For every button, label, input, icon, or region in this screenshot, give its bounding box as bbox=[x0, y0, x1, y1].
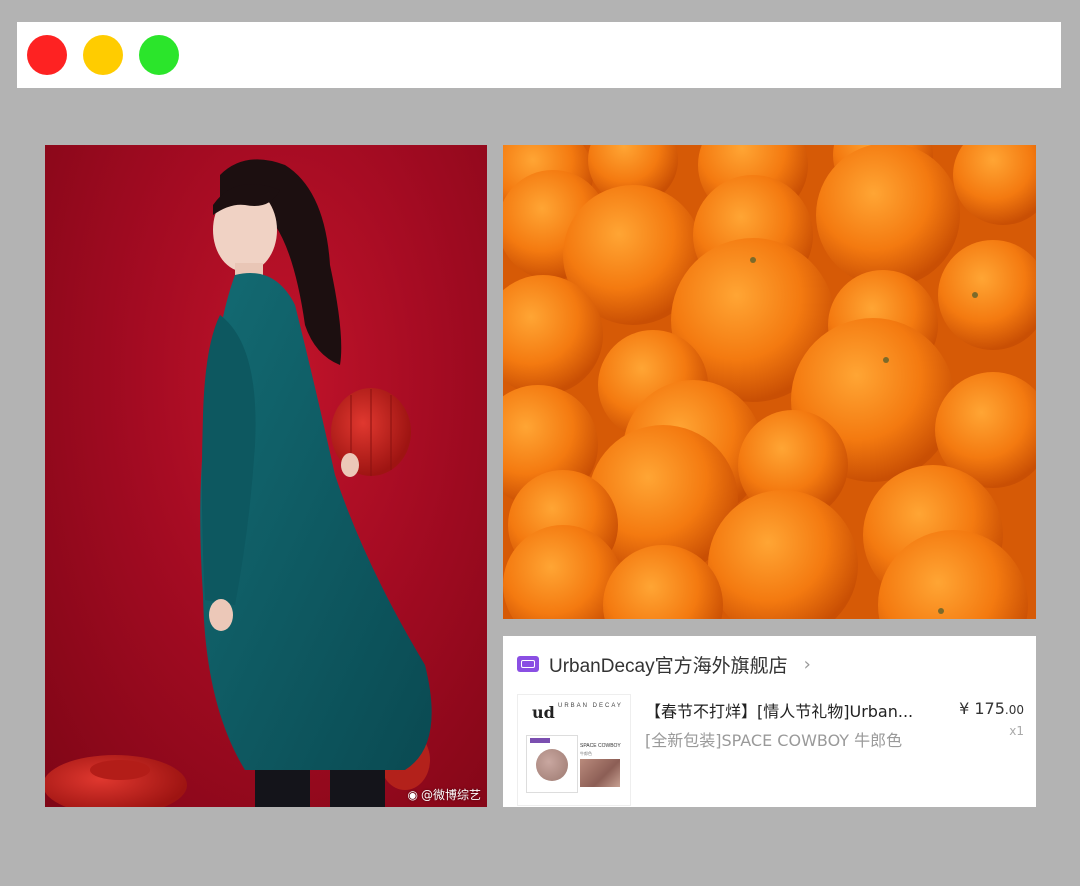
price-symbol: ¥ bbox=[959, 699, 970, 718]
tmall-store-icon bbox=[517, 656, 539, 672]
product-spec: [全新包装]SPACE COWBOY 牛郎色 bbox=[645, 731, 903, 750]
package-tag bbox=[530, 738, 550, 743]
weibo-icon: ◉ bbox=[407, 787, 418, 802]
product-title[interactable]: 【春节不打烊】[情人节礼物]Urban... bbox=[645, 698, 945, 722]
price-integer: 175 bbox=[974, 699, 1005, 718]
close-window-button[interactable] bbox=[27, 35, 67, 75]
shade-label: SPACE COWBOY bbox=[580, 743, 621, 749]
product-thumbnail[interactable]: ud URBAN DECAY SPACE COWBOY 牛郎色 bbox=[517, 694, 631, 806]
tangerines-illustration bbox=[503, 145, 1036, 619]
weibo-watermark: ◉ @微博综艺 bbox=[408, 786, 482, 803]
window-titlebar bbox=[17, 22, 1061, 88]
store-header[interactable]: UrbanDecay官方海外旗舰店 › bbox=[517, 651, 811, 678]
minimize-window-button[interactable] bbox=[83, 35, 123, 75]
shade-swatch bbox=[580, 759, 620, 787]
price-decimal: .00 bbox=[1004, 703, 1024, 717]
tangerines-photo bbox=[503, 145, 1036, 619]
store-name[interactable]: UrbanDecay官方海外旗舰店 bbox=[549, 651, 788, 678]
product-quantity: x1 bbox=[1009, 724, 1024, 738]
brand-logo: ud bbox=[532, 703, 555, 722]
brand-name: URBAN DECAY bbox=[558, 703, 623, 709]
model-photo: ◉ @微博综艺 bbox=[45, 145, 487, 807]
product-package bbox=[526, 735, 578, 793]
watermark-text: @微博综艺 bbox=[420, 788, 481, 802]
chevron-right-icon[interactable]: › bbox=[804, 654, 811, 675]
model-illustration bbox=[45, 159, 432, 807]
maximize-window-button[interactable] bbox=[139, 35, 179, 75]
shade-sub-label: 牛郎色 bbox=[580, 751, 592, 756]
order-card[interactable]: UrbanDecay官方海外旗舰店 › ud URBAN DECAY SPACE… bbox=[503, 636, 1036, 807]
eyeshadow-pan bbox=[536, 749, 568, 781]
product-price: ¥ 175.00 bbox=[959, 699, 1024, 718]
